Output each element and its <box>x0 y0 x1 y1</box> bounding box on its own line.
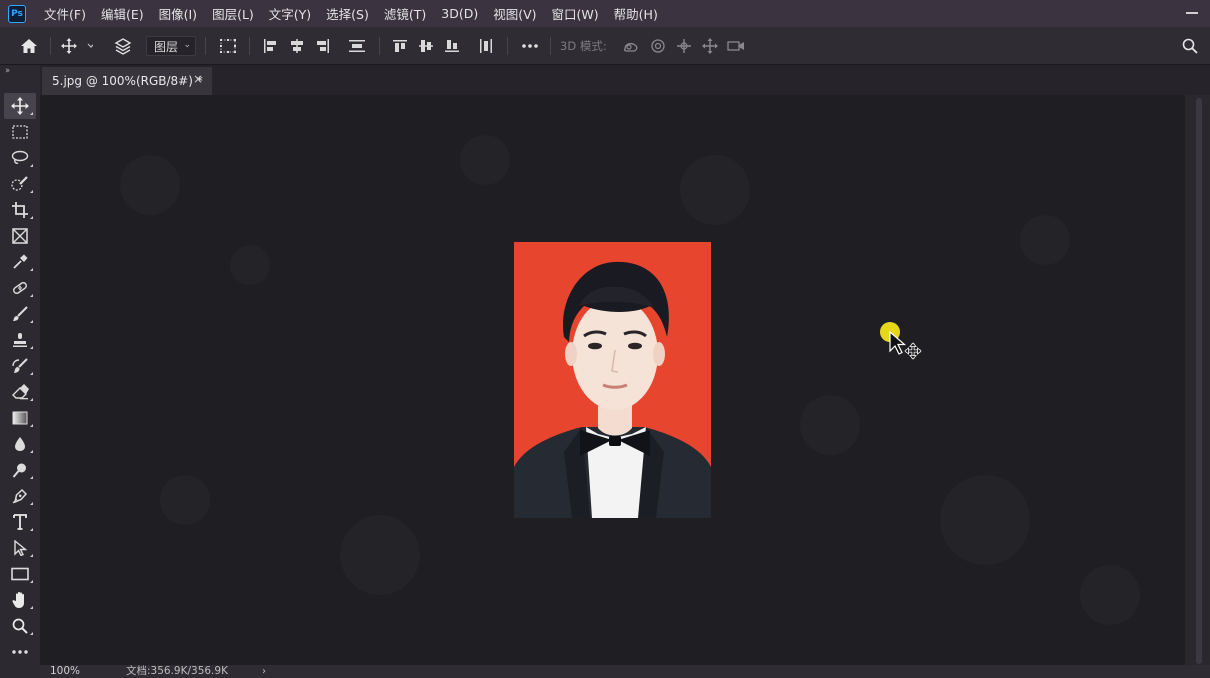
document-tab-bar: 5.jpg @ 100%(RGB/8#) * × <box>40 65 1210 95</box>
align-left-icon[interactable] <box>260 27 280 65</box>
align-top-icon[interactable] <box>390 27 410 65</box>
3d-roll-icon[interactable] <box>647 27 669 65</box>
align-bottom-icon[interactable] <box>442 27 462 65</box>
3d-camera-icon[interactable] <box>725 27 747 65</box>
document-size-info: 文档:356.9K/356.9K <box>126 665 228 677</box>
pen-tool[interactable] <box>4 483 36 509</box>
gradient-tool[interactable] <box>4 405 36 431</box>
quick-selection-tool[interactable] <box>4 171 36 197</box>
move-cursor-icon <box>889 330 925 366</box>
dodge-tool[interactable] <box>4 457 36 483</box>
more-tools-icon[interactable] <box>4 639 36 665</box>
3d-slide-icon[interactable] <box>699 27 721 65</box>
options-bar: 图层 ⌄ 3D 模式: <box>0 27 1210 65</box>
menu-filter[interactable]: 滤镜(T) <box>384 4 426 23</box>
scrollbar-thumb[interactable] <box>1196 98 1202 664</box>
brush-tool[interactable] <box>4 301 36 327</box>
menu-3d[interactable]: 3D(D) <box>441 6 478 21</box>
type-tool[interactable] <box>4 509 36 535</box>
menu-type[interactable]: 文字(Y) <box>269 4 311 23</box>
chevron-down-icon: ⌄ <box>183 40 191 50</box>
layers-stack-icon[interactable] <box>112 27 134 65</box>
menu-image[interactable]: 图像(I) <box>159 4 197 23</box>
align-right-icon[interactable] <box>313 27 333 65</box>
toolbar <box>4 93 36 665</box>
move-tool-preset-icon[interactable] <box>60 27 94 65</box>
crop-tool[interactable] <box>4 197 36 223</box>
close-icon[interactable]: × <box>193 72 203 86</box>
photoshop-logo: Ps <box>8 4 26 23</box>
search-icon[interactable] <box>1179 27 1201 65</box>
menu-file[interactable]: 文件(F) <box>44 4 86 23</box>
eyedropper-tool[interactable] <box>4 249 36 275</box>
rectangular-marquee-tool[interactable] <box>4 119 36 145</box>
document-tab[interactable]: 5.jpg @ 100%(RGB/8#) * × <box>42 67 212 95</box>
3d-mode-label: 3D 模式: <box>560 39 607 53</box>
document-tab-title: 5.jpg @ 100%(RGB/8#) * <box>52 74 203 88</box>
align-vertical-center-icon[interactable] <box>416 27 436 65</box>
move-tool[interactable] <box>4 93 36 119</box>
auto-select-target-dropdown[interactable]: 图层 ⌄ <box>146 36 196 56</box>
frame-tool[interactable] <box>4 223 36 249</box>
distribute-horizontal-icon[interactable] <box>475 27 497 65</box>
rectangle-tool[interactable] <box>4 561 36 587</box>
eraser-tool[interactable] <box>4 379 36 405</box>
zoom-level-field[interactable]: 100% <box>50 665 80 678</box>
path-selection-tool[interactable] <box>4 535 36 561</box>
collapse-panel-icon[interactable]: ›› <box>5 66 10 76</box>
clone-stamp-tool[interactable] <box>4 327 36 353</box>
menu-help[interactable]: 帮助(H) <box>614 4 658 23</box>
menu-view[interactable]: 视图(V) <box>493 4 536 23</box>
home-icon[interactable] <box>18 27 40 65</box>
transform-controls-icon[interactable] <box>217 27 239 65</box>
hand-tool[interactable] <box>4 587 36 613</box>
window-minimize-button[interactable] <box>1186 12 1198 14</box>
zoom-tool[interactable] <box>4 613 36 639</box>
distribute-vertical-icon[interactable] <box>346 27 368 65</box>
blur-tool[interactable] <box>4 431 36 457</box>
auto-select-target-value: 图层 <box>154 39 179 54</box>
portrait-photo <box>514 242 711 518</box>
healing-brush-tool[interactable] <box>4 275 36 301</box>
menu-edit[interactable]: 编辑(E) <box>101 4 144 23</box>
menu-window[interactable]: 窗口(W) <box>552 4 599 23</box>
menu-select[interactable]: 选择(S) <box>326 4 369 23</box>
lasso-tool[interactable] <box>4 145 36 171</box>
more-options-icon[interactable] <box>518 27 542 65</box>
history-brush-tool[interactable] <box>4 353 36 379</box>
3d-orbit-icon[interactable] <box>620 27 642 65</box>
3d-pan-icon[interactable] <box>673 27 695 65</box>
menu-bar: Ps 文件(F) 编辑(E) 图像(I) 图层(L) 文字(Y) 选择(S) 滤… <box>0 0 1210 27</box>
align-horizontal-center-icon[interactable] <box>287 27 307 65</box>
menu-layer[interactable]: 图层(L) <box>212 4 254 23</box>
status-menu-arrow[interactable]: › <box>262 665 266 678</box>
status-bar: 100% 文档:356.9K/356.9K › <box>40 665 1210 678</box>
